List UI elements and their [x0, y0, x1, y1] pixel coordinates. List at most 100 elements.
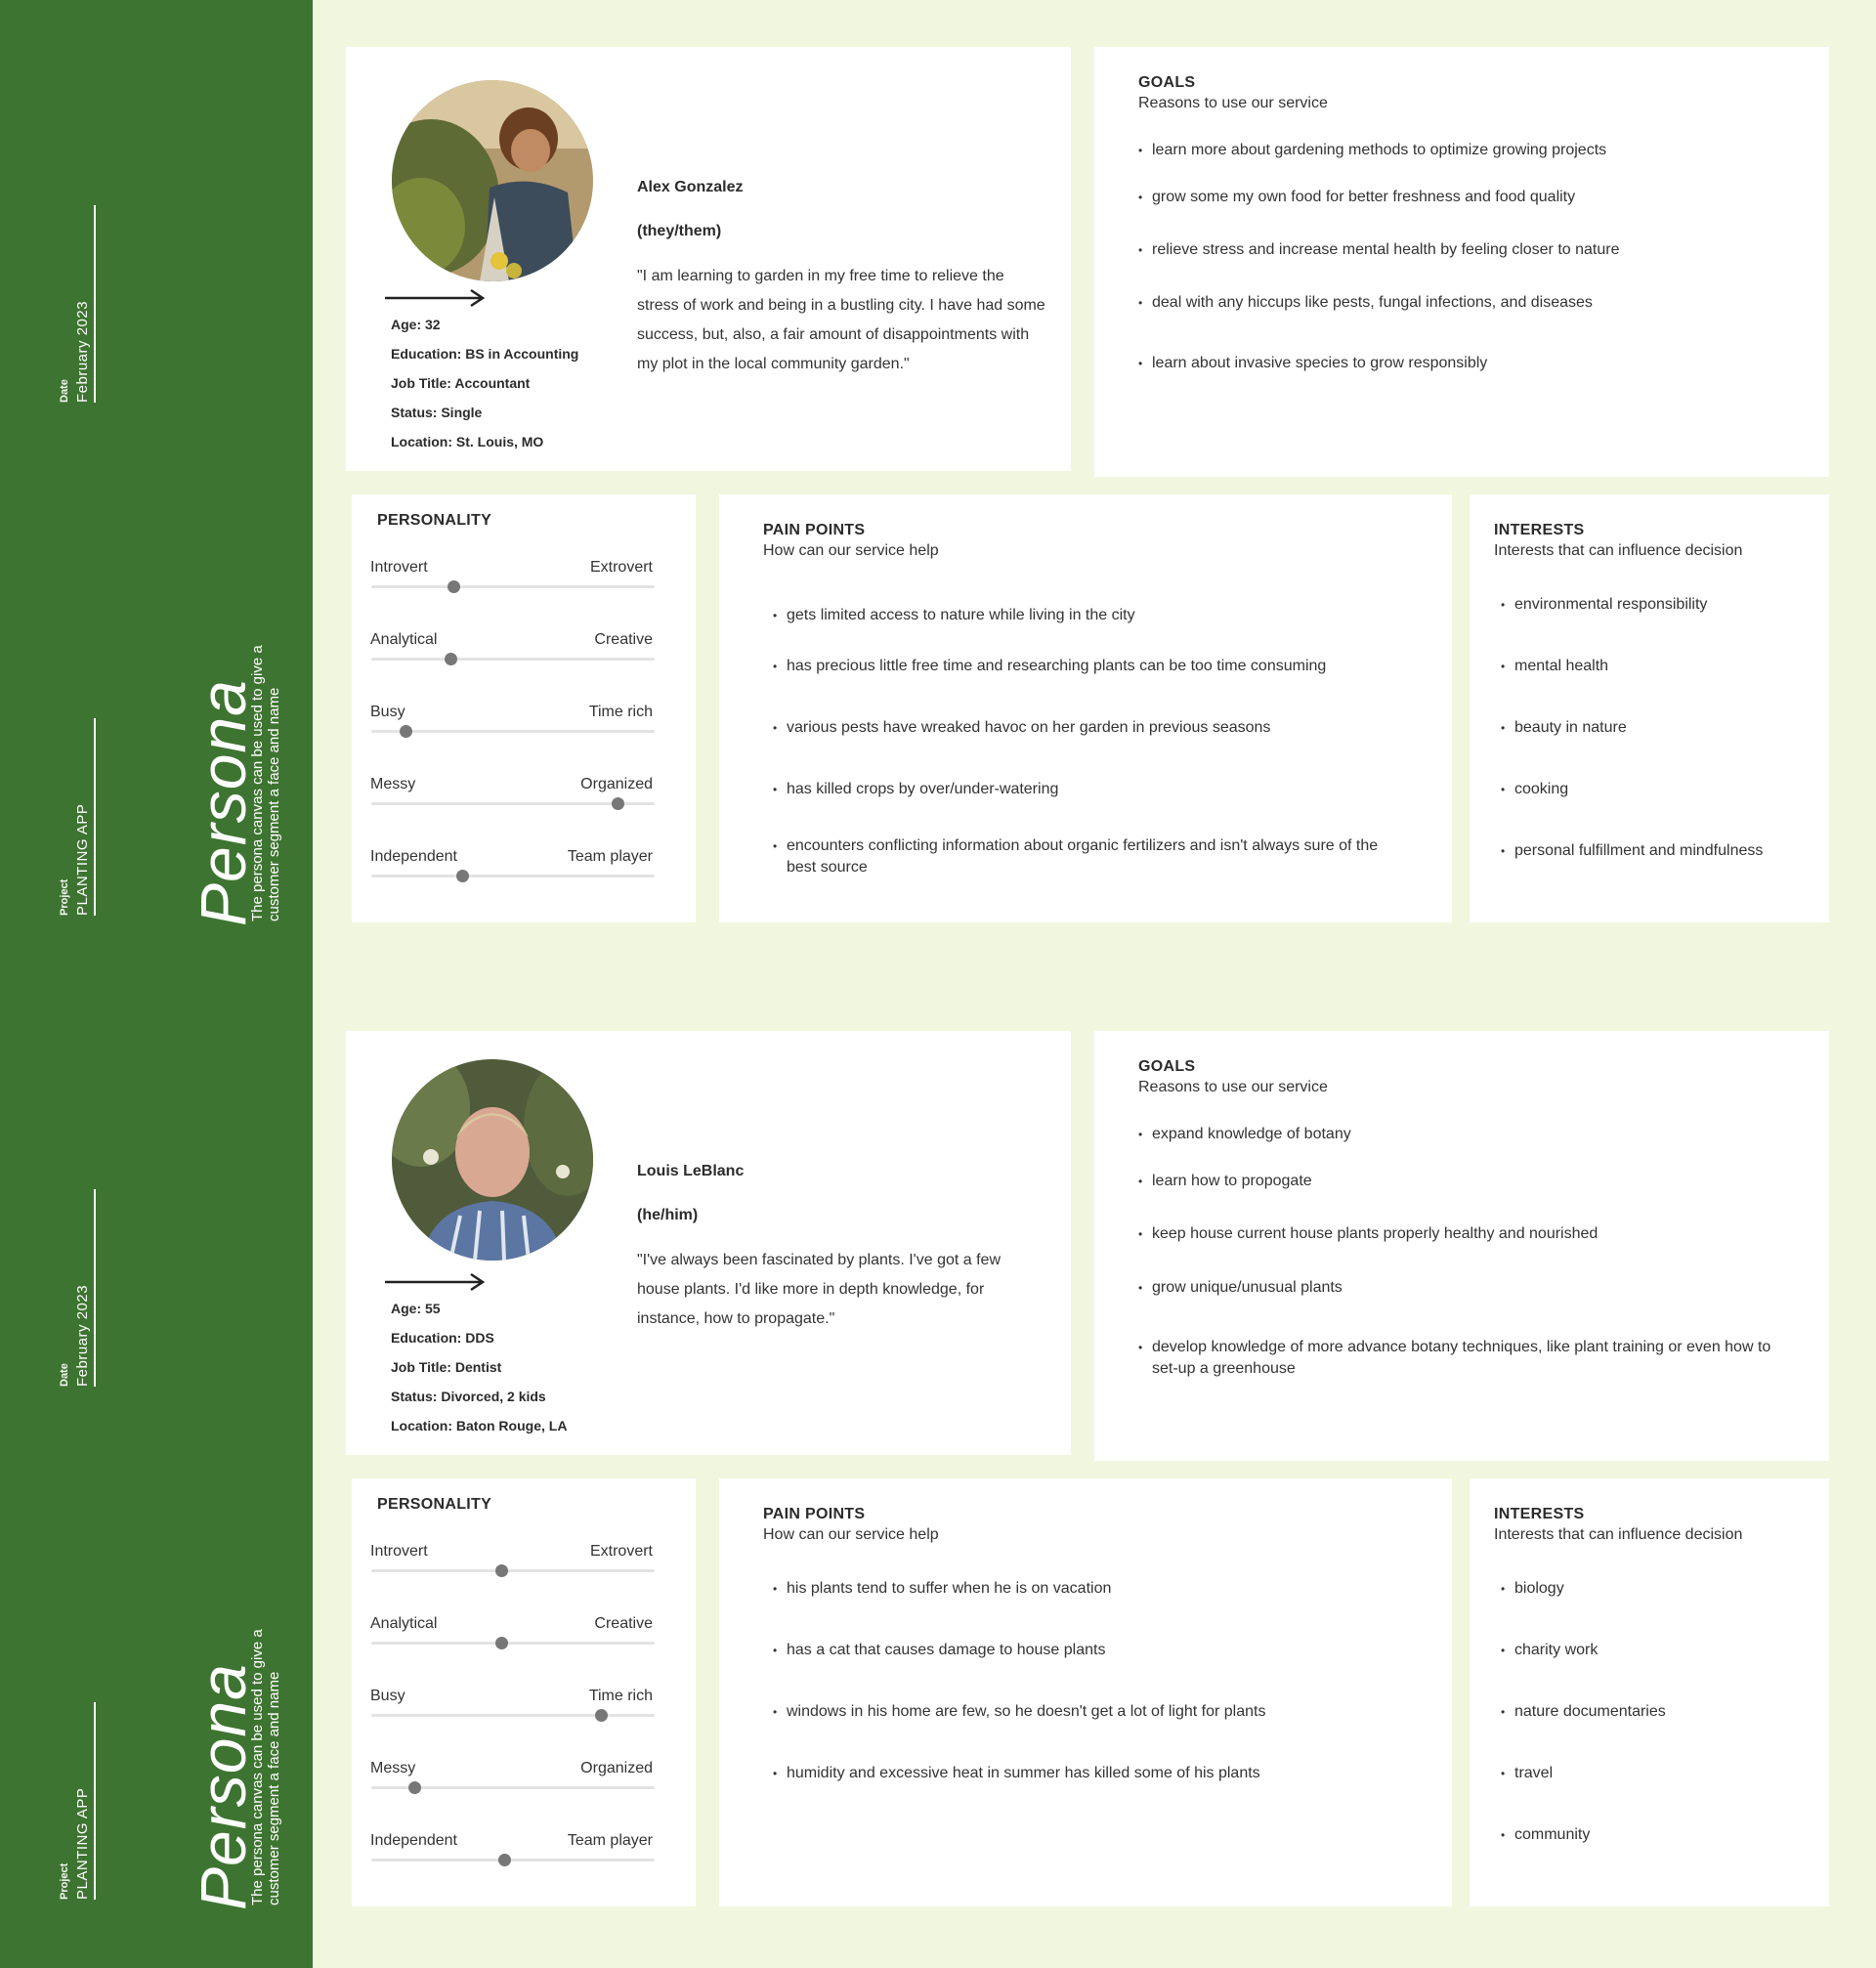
interest-item: environmental responsibility [1501, 594, 1813, 616]
demographics: Age: 32 Education: BS in Accounting Job … [391, 310, 578, 456]
avatar [392, 1059, 593, 1261]
avatar-photo [392, 1059, 593, 1261]
pain-point-item: gets limited access to nature while livi… [773, 605, 1408, 626]
trait-slider-knob[interactable] [495, 1564, 509, 1577]
demographic-location: Location: Baton Rouge, LA [391, 1418, 568, 1433]
pain-point-item: has a cat that causes damage to house pl… [773, 1640, 1408, 1661]
pain-points-title: PAIN POINTS [763, 1506, 866, 1522]
demographic-education: Education: BS in Accounting [391, 346, 579, 362]
trait-slider-knob[interactable] [407, 1781, 421, 1794]
trait-slider-track[interactable] [371, 1569, 655, 1572]
pain-point-item: has killed crops by over/under-watering [773, 779, 1408, 800]
demographic-job-title: Job Title: Accountant [391, 375, 531, 391]
demographic-age: Age: 32 [391, 317, 441, 332]
persona-quote: "I've always been fascinated by plants. … [637, 1252, 1001, 1327]
interest-item: cooking [1501, 779, 1813, 800]
date-value: February 2023 [74, 300, 91, 403]
date-label: Date [59, 1363, 70, 1387]
personality-card: PERSONALITY Introvert Extrovert Analytical… [352, 494, 696, 922]
interests-subtitle: Interests that can influence decision [1494, 1526, 1743, 1543]
personality-card: PERSONALITY Introvert Extrovert Analytical… [352, 1478, 696, 1906]
trait-slider-knob[interactable] [448, 580, 461, 593]
trait-left-label: Independent [370, 848, 457, 865]
trait-slider-knob[interactable] [399, 725, 412, 738]
pain-point-item: humidity and excessive heat in summer ha… [773, 1763, 1408, 1784]
project-divider [94, 718, 96, 916]
project-label: Project [59, 1862, 70, 1900]
project-divider [94, 1702, 96, 1900]
trait-slider-knob[interactable] [498, 1854, 512, 1866]
trait-slider-track[interactable] [371, 585, 655, 588]
persona-subtitle: The persona canvas can be used to give a… [249, 645, 282, 921]
interests-title: INTERESTS [1494, 522, 1585, 538]
goal-item: keep house current house plants properly… [1138, 1223, 1783, 1245]
demographics: Age: 55 Education: DDS Job Title: Dentis… [391, 1294, 567, 1440]
interests-subtitle: Interests that can influence decision [1494, 542, 1743, 559]
arrow-icon [385, 288, 486, 308]
interests-title: INTERESTS [1494, 1506, 1585, 1522]
trait-left-label: Analytical [370, 1615, 438, 1632]
demographic-location: Location: St. Louis, MO [391, 434, 544, 449]
profile-card: Age: 55 Education: DDS Job Title: Dentis… [346, 1031, 1071, 1455]
personality-title: PERSONALITY [377, 1496, 492, 1513]
sidebar: Date February 2023 Project PLANTING APP … [0, 0, 313, 1968]
trait-right-label: Team player [567, 848, 653, 865]
goal-item: expand knowledge of botany [1138, 1124, 1783, 1145]
trait-slider-track[interactable] [371, 875, 655, 877]
interest-item: community [1501, 1824, 1813, 1846]
goals-subtitle: Reasons to use our service [1138, 95, 1328, 111]
interests-card: INTERESTS Interests that can influence d… [1470, 1478, 1829, 1906]
interest-item: mental health [1501, 656, 1813, 677]
trait-left-label: Independent [370, 1832, 457, 1849]
interest-item: nature documentaries [1501, 1701, 1813, 1723]
personality-title: PERSONALITY [377, 512, 492, 529]
persona-name: Louis LeBlanc [637, 1163, 745, 1179]
demographic-job-title: Job Title: Dentist [391, 1359, 502, 1375]
trait-slider-knob[interactable] [495, 1637, 509, 1649]
date-value: February 2023 [74, 1284, 91, 1387]
goals-card: GOALS Reasons to use our service learn m… [1094, 47, 1829, 477]
pain-points-subtitle: How can our service help [763, 542, 939, 559]
interest-item: biology [1501, 1578, 1813, 1600]
avatar [392, 80, 593, 281]
persona-quote: "I am learning to garden in my free time… [637, 268, 1045, 372]
trait-slider-knob[interactable] [594, 1709, 608, 1722]
trait-slider-track[interactable] [371, 1859, 655, 1861]
goal-item: deal with any hiccups like pests, fungal… [1138, 292, 1783, 314]
trait-slider-track[interactable] [371, 658, 655, 661]
interest-item: travel [1501, 1763, 1813, 1784]
trait-left-label: Analytical [370, 631, 438, 648]
date-divider [94, 205, 96, 403]
project-value: PLANTING APP [74, 803, 91, 916]
trait-slider-track[interactable] [371, 1642, 655, 1645]
pain-point-item: windows in his home are few, so he doesn… [773, 1701, 1408, 1723]
trait-right-label: Creative [594, 1615, 653, 1632]
project-label: Project [59, 878, 70, 916]
trait-slider-track[interactable] [371, 730, 655, 733]
goals-title: GOALS [1138, 74, 1196, 91]
pain-points-subtitle: How can our service help [763, 1526, 939, 1543]
trait-right-label: Team player [567, 1832, 653, 1849]
trait-right-label: Time rich [588, 1688, 653, 1704]
trait-slider-track[interactable] [371, 1714, 655, 1717]
trait-slider-knob[interactable] [455, 870, 469, 882]
interest-item: personal fulfillment and mindfulness [1501, 840, 1813, 862]
trait-right-label: Creative [594, 631, 653, 648]
pain-points-title: PAIN POINTS [763, 522, 866, 538]
persona-pronouns: (they/them) [637, 223, 722, 239]
demographic-status: Status: Single [391, 405, 483, 420]
goals-subtitle: Reasons to use our service [1138, 1079, 1328, 1095]
demographic-education: Education: DDS [391, 1330, 494, 1346]
goal-item: learn more about gardening methods to op… [1138, 140, 1783, 161]
trait-left-label: Introvert [370, 1543, 428, 1560]
goal-item: grow unique/unusual plants [1138, 1277, 1783, 1299]
trait-slider-knob[interactable] [612, 797, 625, 810]
avatar-photo [392, 80, 593, 281]
pain-points-card: PAIN POINTS How can our service help get… [719, 494, 1452, 922]
pain-points-card: PAIN POINTS How can our service help his… [719, 1478, 1452, 1906]
goal-item: learn about invasive species to grow res… [1138, 353, 1783, 374]
trait-left-label: Introvert [370, 559, 428, 576]
trait-slider-knob[interactable] [445, 653, 458, 665]
demographic-age: Age: 55 [391, 1301, 441, 1316]
trait-left-label: Busy [370, 1688, 405, 1704]
